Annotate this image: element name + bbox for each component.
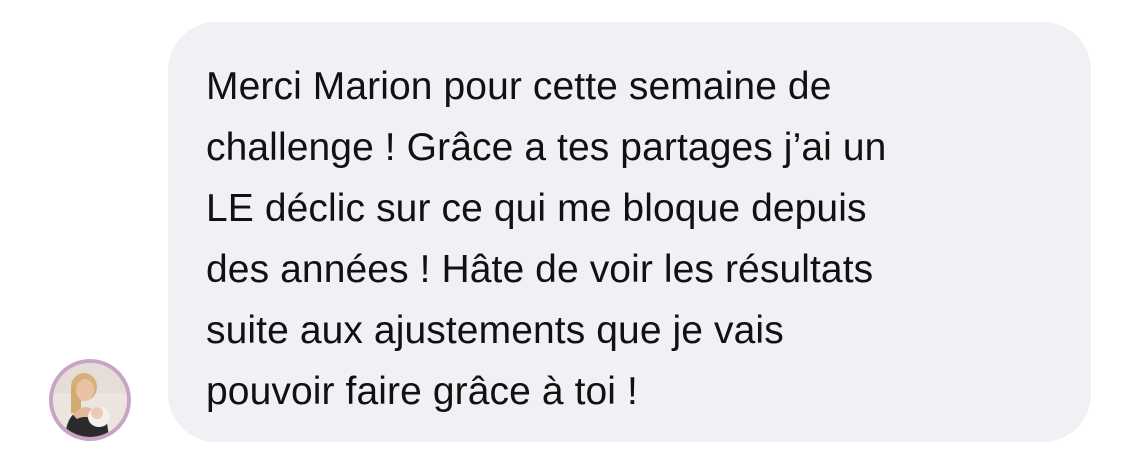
message-text: Merci Marion pour cette semaine de chall… [206, 65, 887, 413]
message-bubble[interactable]: Merci Marion pour cette semaine de chall… [168, 22, 1091, 442]
chat-thread: Merci Marion pour cette semaine de chall… [0, 0, 1122, 453]
avatar-photo [53, 363, 127, 437]
avatar-photo-image [53, 363, 127, 437]
sender-avatar[interactable] [49, 359, 131, 441]
